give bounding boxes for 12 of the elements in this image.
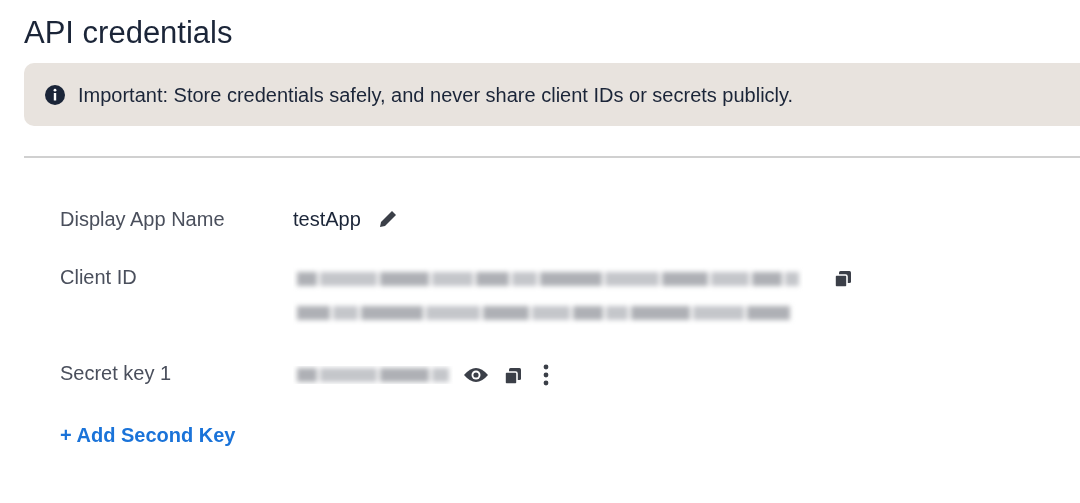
page-title: API credentials	[24, 14, 234, 52]
info-icon	[44, 83, 66, 106]
field-label: Secret key 1	[60, 361, 173, 387]
copy-icon[interactable]	[503, 365, 523, 386]
field-label: Client ID	[60, 265, 138, 291]
alert-text: Important: Store credentials safely, and never share client IDs or secrets publicly.	[78, 82, 794, 108]
field-label: Display App Name	[60, 207, 226, 233]
eye-icon[interactable]	[463, 366, 489, 385]
add-second-key-link[interactable]: + Add Second Key	[60, 424, 236, 447]
more-options-icon[interactable]	[543, 364, 549, 387]
copy-icon[interactable]	[833, 268, 853, 289]
app-name-value: testApp	[293, 207, 361, 233]
